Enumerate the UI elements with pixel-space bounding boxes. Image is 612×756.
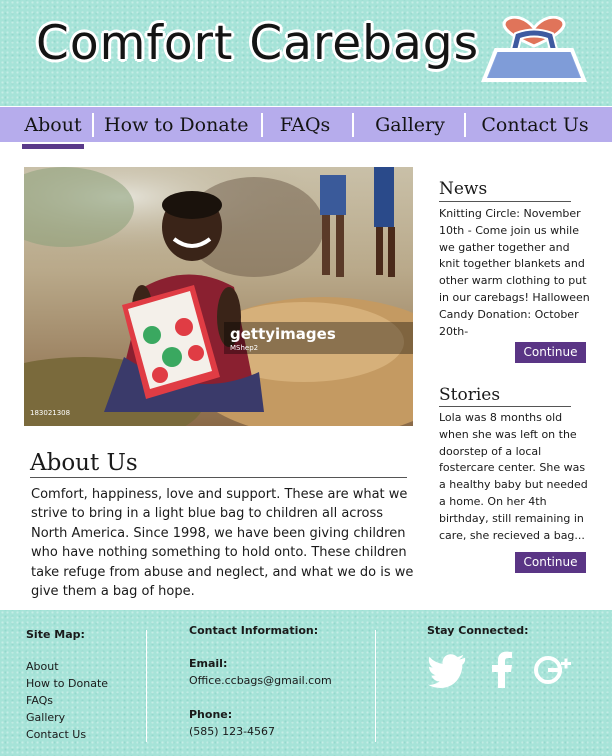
site-logo-text[interactable]: Comfort Carebags — [36, 16, 479, 71]
footer-link-how-to-donate[interactable]: How to Donate — [26, 677, 108, 691]
about-title-rule — [30, 477, 407, 478]
nav-separator — [352, 113, 354, 137]
news-title-rule — [439, 201, 571, 202]
getty-watermark: gettyimages — [230, 325, 336, 343]
nav-separator — [92, 113, 94, 137]
news-body: Knitting Circle: November 10th - Come jo… — [439, 207, 590, 338]
phone-number[interactable]: (585) 123-4567 — [189, 725, 275, 738]
footer-column-separator — [375, 630, 376, 742]
child-with-gift-photo — [24, 167, 413, 426]
facebook-icon[interactable] — [482, 650, 522, 690]
email-label: Email: — [189, 657, 228, 670]
hero-image: gettyimages MShep2 183021308 — [24, 167, 413, 426]
stories-title-rule — [439, 406, 571, 407]
nav-item-faqs[interactable]: FAQs — [272, 111, 338, 139]
footer-link-about[interactable]: About — [26, 660, 59, 674]
news-title: News — [439, 179, 488, 199]
google-plus-icon[interactable] — [533, 650, 573, 690]
about-body: Comfort, happiness, love and support. Th… — [31, 487, 414, 600]
active-nav-underline — [22, 144, 84, 149]
footer-column-separator — [146, 630, 147, 742]
social-heading: Stay Connected: — [427, 624, 529, 637]
sitemap-heading: Site Map: — [26, 628, 85, 641]
footer-link-contact-us[interactable]: Contact Us — [26, 728, 86, 742]
footer-link-faqs[interactable]: FAQs — [26, 694, 53, 708]
email-address[interactable]: Office.ccbags@gmail.com — [189, 674, 332, 687]
stories-continue-button[interactable]: Continue — [515, 552, 586, 573]
footer-link-gallery[interactable]: Gallery — [26, 711, 65, 725]
nav-item-about[interactable]: About — [22, 111, 84, 139]
nav-separator — [261, 113, 263, 137]
nav-separator — [464, 113, 466, 137]
stories-title: Stories — [439, 385, 501, 405]
about-title: About Us — [30, 450, 138, 476]
nav-item-how-to-donate[interactable]: How to Donate — [104, 111, 249, 139]
news-continue-button[interactable]: Continue — [515, 342, 586, 363]
carebag-icon[interactable] — [476, 16, 592, 88]
main-nav: About How to Donate FAQs Gallery Contact… — [0, 107, 612, 142]
twitter-icon[interactable] — [427, 650, 467, 690]
nav-item-gallery[interactable]: Gallery — [364, 111, 456, 139]
phone-label: Phone: — [189, 708, 233, 721]
photo-id: 183021308 — [30, 409, 71, 417]
site-header: Comfort Carebags — [0, 0, 612, 106]
contact-heading: Contact Information: — [189, 624, 319, 637]
stories-body: Lola was 8 months old when she was left … — [439, 411, 588, 542]
photo-credit: MShep2 — [230, 344, 259, 352]
nav-item-contact-us[interactable]: Contact Us — [476, 111, 594, 139]
